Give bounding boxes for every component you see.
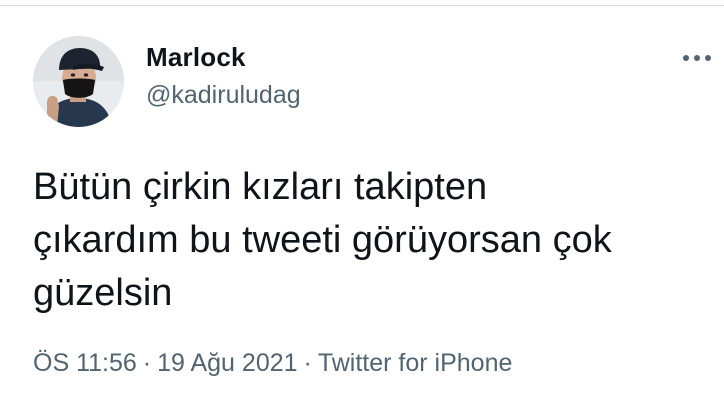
author-display-name[interactable]: Marlock	[146, 42, 246, 72]
tweet-time-link[interactable]: ÖS 11:56	[33, 348, 137, 378]
more-options-button[interactable]	[680, 46, 714, 70]
more-options-icon	[683, 55, 711, 61]
tweet-card: Marlock @kadiruludag Bütün çirkin kızlar…	[0, 6, 724, 405]
avatar[interactable]	[33, 36, 124, 127]
profile-avatar-icon	[33, 36, 124, 127]
tweet-date-link[interactable]: 19 Ağu 2021	[157, 348, 297, 378]
tweet-source-link[interactable]: Twitter for iPhone	[318, 348, 513, 378]
meta-separator: ·	[142, 349, 152, 377]
tweet-meta: ÖS 11:56 · 19 Ağu 2021 · Twitter for iPhone	[33, 348, 512, 378]
author-handle[interactable]: @kadiruludag	[146, 80, 301, 110]
tweet-text: Bütün çirkin kızları takipten çıkardım b…	[33, 166, 612, 314]
meta-separator: ·	[303, 349, 312, 377]
